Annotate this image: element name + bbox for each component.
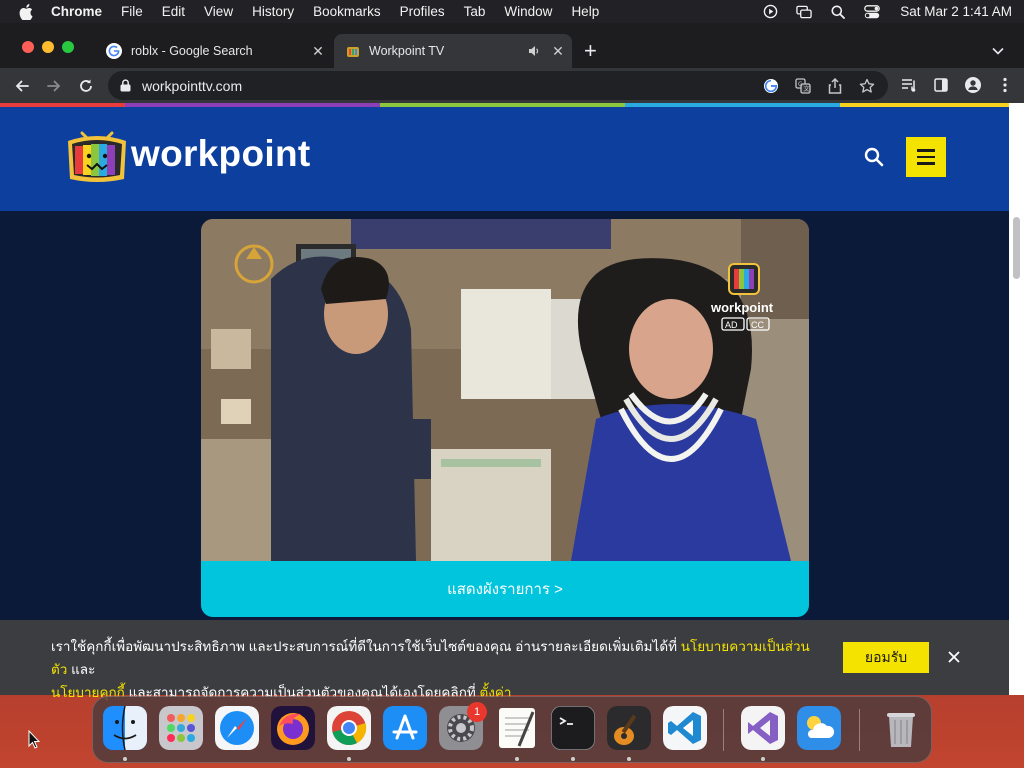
menu-window[interactable]: Window <box>504 4 552 19</box>
svg-text:文: 文 <box>804 85 810 93</box>
menu-bookmarks[interactable]: Bookmarks <box>313 4 381 19</box>
dock-divider <box>723 709 724 751</box>
lock-icon[interactable] <box>120 79 132 93</box>
macos-menu-bar: Chrome File Edit View History Bookmarks … <box>0 0 1024 23</box>
tab-google-search[interactable]: roblx - Google Search ✕ <box>96 34 332 68</box>
browser-toolbar: workpointtv.com G文 <box>0 68 1024 103</box>
menu-file[interactable]: File <box>121 4 143 19</box>
share-icon[interactable] <box>826 77 844 95</box>
tab-title: roblx - Google Search <box>131 44 253 58</box>
running-indicator <box>627 757 631 761</box>
side-panel-icon[interactable] <box>932 76 950 94</box>
notification-badge: 1 <box>467 702 487 722</box>
google-lens-icon[interactable] <box>762 77 780 95</box>
textedit-icon[interactable] <box>495 706 539 750</box>
svg-text:AD: AD <box>725 320 738 330</box>
running-indicator <box>515 757 519 761</box>
new-tab-button[interactable]: + <box>584 34 606 68</box>
play-circle-icon[interactable] <box>762 4 778 20</box>
page-viewport: workpoint workpoint AD CC แสดงผังรายการ … <box>0 107 1009 695</box>
show-schedule-button[interactable]: แสดงผังรายการ > <box>201 561 809 617</box>
firefox-icon[interactable] <box>271 706 315 750</box>
menu-help[interactable]: Help <box>571 4 599 19</box>
bookmark-star-icon[interactable] <box>858 77 876 95</box>
close-icon[interactable] <box>945 648 963 666</box>
google-icon <box>106 43 122 59</box>
site-search-icon[interactable] <box>862 145 886 169</box>
menu-view[interactable]: View <box>204 4 233 19</box>
menu-edit[interactable]: Edit <box>162 4 185 19</box>
page-scrollbar[interactable] <box>1009 103 1024 695</box>
dock-divider <box>859 709 860 751</box>
accept-cookies-button[interactable]: ยอมรับ <box>843 642 929 673</box>
terminal-icon[interactable] <box>551 706 595 750</box>
window-zoom-button[interactable] <box>62 41 74 53</box>
safari-icon[interactable] <box>215 706 259 750</box>
spotlight-search-icon[interactable] <box>830 4 846 20</box>
control-center-icon[interactable] <box>864 4 881 20</box>
address-bar[interactable]: workpointtv.com G文 <box>108 71 888 100</box>
macos-dock <box>92 696 932 763</box>
svg-text:workpoint: workpoint <box>710 300 774 315</box>
visual-studio-icon[interactable] <box>741 706 785 750</box>
running-indicator <box>761 757 765 761</box>
workpoint-logo-icon[interactable] <box>62 127 132 187</box>
vscode-icon[interactable] <box>663 706 707 750</box>
live-video-card: workpoint AD CC แสดงผังรายการ > <box>201 219 809 617</box>
reload-button[interactable] <box>76 76 96 96</box>
tab-workpoint-tv[interactable]: Workpoint TV ✕ <box>334 34 572 68</box>
svg-text:CC: CC <box>751 320 764 330</box>
cookie-message-line1: เราใช้คุกกี้เพื่อพัฒนาประสิทธิภาพ และประ… <box>51 639 681 654</box>
apple-menu-icon[interactable] <box>19 3 33 20</box>
workpoint-icon <box>346 44 360 58</box>
screen-mirroring-icon[interactable] <box>796 4 812 20</box>
window-close-button[interactable] <box>22 41 34 53</box>
url-text[interactable]: workpointtv.com <box>142 78 242 94</box>
svg-text:G: G <box>798 81 803 88</box>
tab-close-icon[interactable]: ✕ <box>310 43 326 59</box>
video-player[interactable]: workpoint AD CC <box>201 219 809 561</box>
tab-title: Workpoint TV <box>369 44 445 58</box>
tab-search-button[interactable] <box>992 34 1012 68</box>
cookie-consent-banner: เราใช้คุกกี้เพื่อพัฒนาประสิทธิภาพ และประ… <box>0 620 1009 700</box>
running-indicator <box>347 757 351 761</box>
menu-history[interactable]: History <box>252 4 294 19</box>
hamburger-menu-button[interactable] <box>906 137 946 177</box>
translate-icon[interactable]: G文 <box>794 77 812 95</box>
cookie-message: เราใช้คุกกี้เพื่อพัฒนาประสิทธิภาพ และประ… <box>51 635 811 704</box>
weather-icon[interactable] <box>797 706 841 750</box>
cookie-message-and: และ <box>67 662 96 677</box>
app-store-icon[interactable] <box>383 706 427 750</box>
plus-icon: + <box>584 38 597 63</box>
profile-avatar-icon[interactable] <box>964 76 982 94</box>
tab-close-icon[interactable]: ✕ <box>550 43 566 59</box>
hamburger-bar <box>917 162 935 165</box>
trash-icon[interactable] <box>879 706 923 750</box>
site-header: workpoint <box>0 107 1009 211</box>
menu-bar-clock[interactable]: Sat Mar 2 1:41 AM <box>900 4 1012 19</box>
finder-icon[interactable] <box>103 706 147 750</box>
garageband-icon[interactable] <box>607 706 651 750</box>
running-indicator <box>123 757 127 761</box>
chrome-icon[interactable] <box>327 706 371 750</box>
hamburger-bar <box>917 149 935 152</box>
menu-tab[interactable]: Tab <box>464 4 486 19</box>
chevron-down-icon <box>992 44 1004 58</box>
back-button[interactable] <box>12 76 32 96</box>
kebab-menu-icon[interactable] <box>996 76 1014 94</box>
mouse-cursor-icon <box>28 730 40 749</box>
media-controls-icon[interactable] <box>900 76 918 94</box>
hamburger-bar <box>917 155 935 159</box>
forward-button[interactable] <box>44 76 64 96</box>
launchpad-icon[interactable] <box>159 706 203 750</box>
menu-app-name[interactable]: Chrome <box>51 4 102 19</box>
scrollbar-thumb[interactable] <box>1013 217 1020 279</box>
running-indicator <box>571 757 575 761</box>
window-minimize-button[interactable] <box>42 41 54 53</box>
menu-profiles[interactable]: Profiles <box>400 4 445 19</box>
brand-logotype[interactable]: workpoint <box>131 133 310 175</box>
tab-audio-icon[interactable] <box>526 43 542 59</box>
